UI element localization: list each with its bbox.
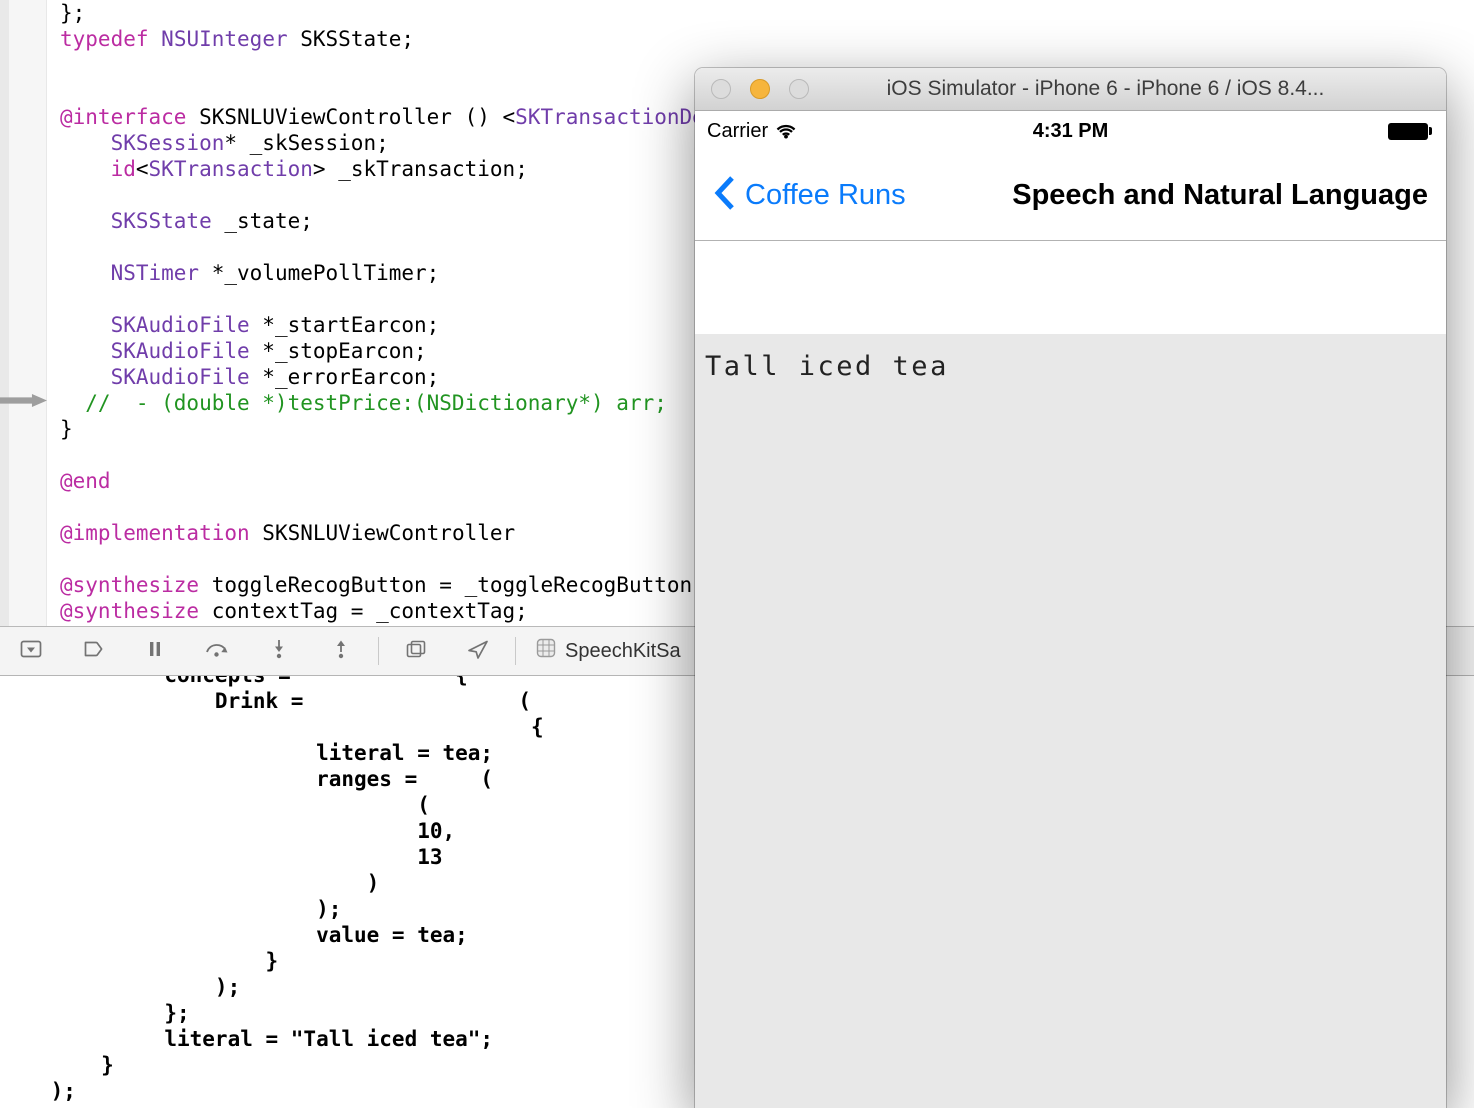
ios-nav-bar: Coffee Runs Speech and Natural Language (695, 151, 1446, 241)
debug-bar-separator (378, 637, 379, 665)
close-button[interactable] (711, 79, 731, 99)
ios-status-bar: Carrier 4:31 PM (695, 111, 1446, 151)
code-line: NSTimer *_volumePollTimer; (110, 261, 440, 285)
carrier-label: Carrier (707, 119, 769, 142)
code-line: SKAudioFile *_errorEarcon; (110, 365, 440, 389)
status-time: 4:31 PM (1032, 119, 1109, 142)
code-line: @interface SKSNLUViewController () <SKTr… (60, 105, 793, 129)
process-badge[interactable]: SpeechKitSa (536, 638, 681, 664)
pause-icon (143, 638, 167, 665)
breakpoints-button[interactable] (62, 627, 124, 675)
hide-debug-area-button[interactable] (0, 627, 62, 675)
debug-bar-separator (515, 637, 516, 665)
simulator-titlebar[interactable]: iOS Simulator - iPhone 6 - iPhone 6 / iO… (695, 68, 1446, 111)
pause-button[interactable] (124, 627, 186, 675)
step-out-button[interactable] (310, 627, 372, 675)
minimize-button[interactable] (750, 79, 770, 99)
battery-icon (1388, 122, 1432, 140)
code-line: typedef NSUInteger SKSState; (60, 27, 415, 51)
code-line: @synthesize contextTag = _contextTag; (60, 599, 528, 623)
code-line: @synthesize toggleRecogButton = _toggleR… (60, 573, 705, 597)
code-line: // - (double *)testPrice:(NSDictionary*)… (60, 391, 667, 415)
simulate-location-button[interactable] (447, 627, 509, 675)
code-line: }; (60, 1, 86, 25)
window-controls (711, 68, 809, 110)
step-over-icon (204, 638, 230, 665)
step-out-icon (329, 638, 353, 665)
zoom-button[interactable] (789, 79, 809, 99)
debug-view-hierarchy-icon (404, 638, 428, 665)
wifi-icon (775, 122, 797, 144)
code-line: SKSState _state; (110, 209, 313, 233)
code-line: SKSession* _skSession; (110, 131, 389, 155)
app-icon (536, 638, 556, 664)
breakpoints-icon (81, 638, 105, 665)
simulator-window: iOS Simulator - iPhone 6 - iPhone 6 / iO… (695, 68, 1446, 1108)
process-name: SpeechKitSa (565, 639, 681, 662)
code-line: id<SKTransaction> _skTransaction; (110, 157, 528, 181)
step-over-button[interactable] (186, 627, 248, 675)
code-lines: }; typedef NSUInteger SKSState; @interfac… (0, 0, 793, 624)
back-button[interactable]: Coffee Runs (713, 174, 906, 217)
code-line: SKAudioFile *_stopEarcon; (110, 339, 427, 363)
code-line: SKAudioFile *_startEarcon; (110, 313, 440, 337)
hide-debug-area-icon (19, 638, 43, 665)
step-into-icon (267, 638, 291, 665)
simulate-location-icon (466, 638, 490, 665)
step-into-button[interactable] (248, 627, 310, 675)
back-button-label: Coffee Runs (745, 179, 906, 211)
code-line: @end (60, 469, 111, 493)
back-chevron-icon (713, 174, 736, 217)
recognized-text: Tall iced tea (705, 351, 949, 382)
content-spacer (695, 241, 1446, 334)
nav-title: Speech and Natural Language (1012, 179, 1428, 211)
debug-view-hierarchy-button[interactable] (385, 627, 447, 675)
recognition-text-view[interactable]: Tall iced tea (695, 334, 1446, 1108)
code-line: @implementation SKSNLUViewController (60, 521, 516, 545)
code-line: } (60, 417, 73, 441)
